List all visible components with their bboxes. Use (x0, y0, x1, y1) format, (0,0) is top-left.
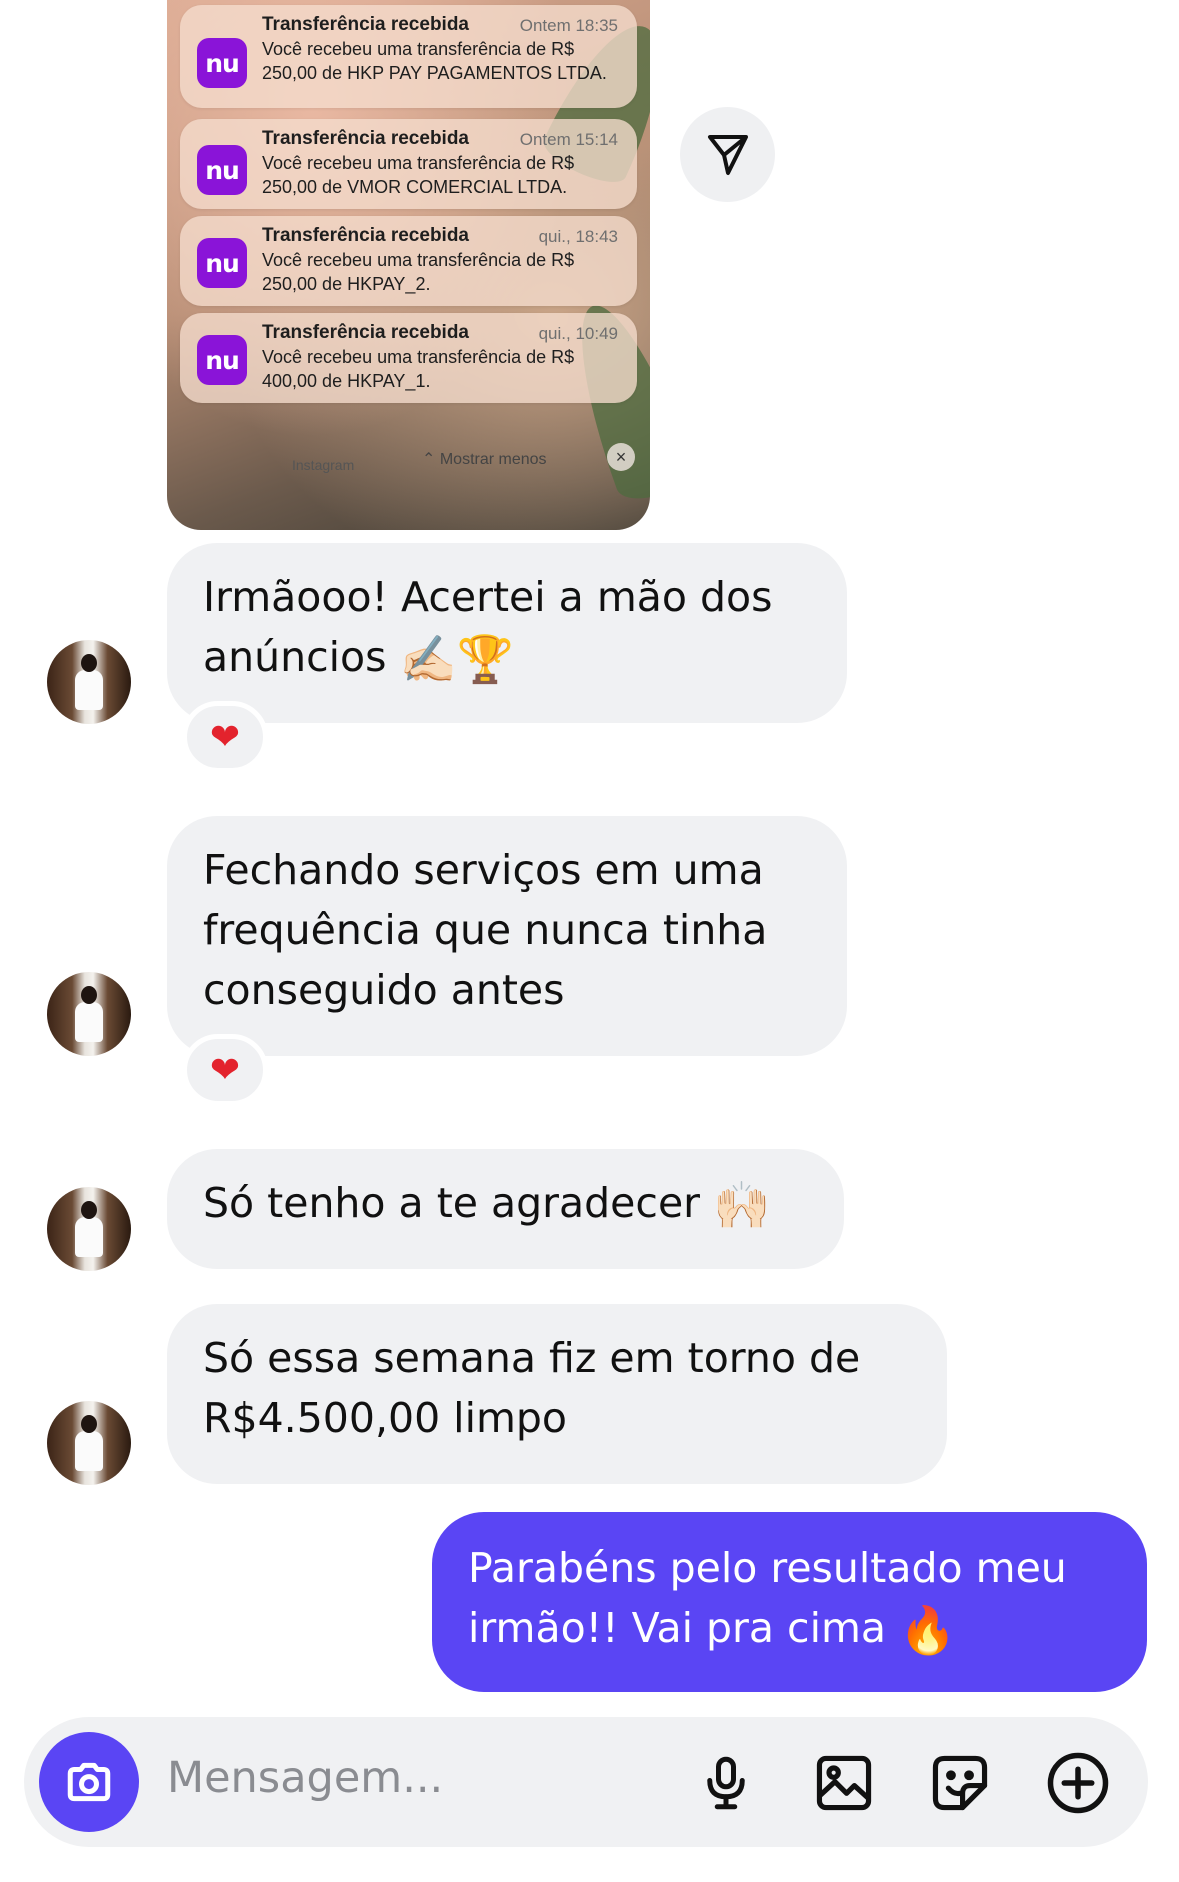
received-message[interactable]: Só tenho a te agradecer 🙌🏻 (167, 1149, 844, 1269)
fire-emoji: 🔥 (899, 1603, 957, 1657)
notification-time: qui., 10:49 (538, 324, 618, 343)
message-text: Parabéns pelo resultado meu irmão!! Vai … (468, 1544, 1067, 1652)
microphone-icon (707, 1756, 745, 1810)
avatar[interactable] (47, 1187, 131, 1271)
notification-body: Você recebeu uma transferência de R$ 400… (262, 347, 575, 391)
nubank-icon: nu (197, 335, 247, 385)
notification-time: qui., 18:43 (538, 227, 618, 246)
heart-reaction[interactable]: ❤ (182, 701, 268, 773)
heart-reaction[interactable]: ❤ (182, 1034, 268, 1106)
nubank-icon: nu (197, 145, 247, 195)
message-text: Fechando serviços em uma frequência que … (203, 846, 768, 1014)
gallery-button[interactable] (808, 1747, 880, 1819)
notification-title: Transferência recebida (262, 128, 469, 149)
notification-title: Transferência recebida (262, 225, 469, 246)
notification-source: Instagram (292, 457, 355, 473)
received-message[interactable]: Só essa semana fiz em torno de R$4.500,0… (167, 1304, 947, 1484)
show-less-button[interactable]: ⌃ Mostrar menos (422, 449, 547, 469)
notification-card[interactable]: nu Transferência recebida qui., 10:49 Vo… (180, 313, 637, 403)
notification-body: Você recebeu uma transferência de R$ 250… (262, 39, 607, 83)
share-button[interactable] (680, 107, 775, 202)
message-input[interactable]: Mensagem... (167, 1753, 443, 1803)
message-text: Só essa semana fiz em torno de R$4.500,0… (203, 1334, 861, 1442)
plus-icon (1047, 1752, 1109, 1814)
notification-card[interactable]: nu Transferência recebida qui., 18:43 Vo… (180, 216, 637, 306)
close-icon[interactable]: × (607, 443, 635, 471)
notification-card[interactable]: nu Transferência recebida Ontem 15:14 Vo… (180, 119, 637, 209)
sticker-button[interactable] (924, 1747, 996, 1819)
received-message[interactable]: Irmãooo! Acertei a mão dos anúncios ✍🏻🏆 (167, 543, 847, 723)
camera-button[interactable] (39, 1732, 139, 1832)
sent-message[interactable]: Parabéns pelo resultado meu irmão!! Vai … (432, 1512, 1147, 1692)
message-composer: Mensagem... (24, 1717, 1148, 1847)
notification-card[interactable]: nu Transferência recebida Ontem 18:35 Vo… (180, 5, 637, 108)
heart-icon: ❤ (209, 716, 241, 757)
avatar[interactable] (47, 972, 131, 1056)
microphone-button[interactable] (690, 1747, 762, 1819)
message-emoji: ✍🏻🏆 (399, 632, 515, 686)
notification-body: Você recebeu uma transferência de R$ 250… (262, 153, 575, 197)
camera-icon (67, 1762, 111, 1802)
message-emoji: 🙌🏻 (713, 1178, 771, 1232)
send-icon (707, 134, 748, 175)
notification-time: Ontem 18:35 (519, 16, 618, 35)
avatar[interactable] (47, 1401, 131, 1485)
nubank-icon: nu (197, 238, 247, 288)
notification-title: Transferência recebida (262, 322, 469, 343)
add-button[interactable] (1042, 1747, 1114, 1819)
notification-title: Transferência recebida (262, 14, 469, 35)
heart-icon: ❤ (209, 1049, 241, 1090)
message-text: Só tenho a te agradecer (203, 1179, 701, 1227)
received-message[interactable]: Fechando serviços em uma frequência que … (167, 816, 847, 1056)
gallery-icon (816, 1755, 872, 1811)
notification-time: Ontem 15:14 (519, 130, 618, 149)
notification-body: Você recebeu uma transferência de R$ 250… (262, 250, 575, 294)
sticker-icon (932, 1755, 988, 1811)
nubank-icon: nu (197, 38, 247, 88)
shared-image[interactable]: nu Transferência recebida Ontem 18:35 Vo… (167, 0, 650, 530)
notification-footer: Instagram ⌃ Mostrar menos × (167, 443, 650, 485)
avatar[interactable] (47, 640, 131, 724)
